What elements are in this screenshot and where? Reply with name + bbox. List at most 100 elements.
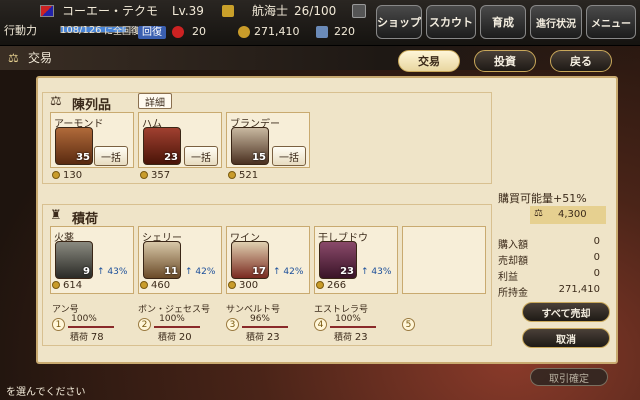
rank-exp: 26/100 [294, 4, 337, 18]
price-value: 614 [63, 280, 83, 291]
item-qty: 23 [340, 266, 354, 277]
profit-pct: ↑ 43% [97, 267, 128, 277]
recover-button[interactable]: 回復 [138, 26, 166, 39]
profit-pct-value: 42% [195, 267, 216, 277]
bulk-button-ham[interactable]: 一括 [184, 146, 218, 166]
item-qty: 9 [83, 266, 90, 277]
rank-label: 航海士 [252, 4, 289, 18]
ship-3-durability: 96% [249, 314, 270, 324]
ship-3-load: 積荷 23 [246, 330, 280, 343]
display-title: 陳列品 [72, 98, 112, 113]
book-icon [316, 26, 328, 38]
nation-flag-icon [40, 5, 54, 17]
shop-button[interactable]: ショップ [376, 5, 422, 39]
profit-value: 0 [593, 268, 600, 279]
load-value: 78 [90, 332, 104, 343]
ship-2-load: 積荷 20 [158, 330, 192, 343]
cancel-button[interactable]: 取消 [522, 328, 610, 348]
scout-button[interactable]: スカウト [426, 5, 476, 39]
load-value: 20 [178, 332, 192, 343]
profit-pct-value: 42% [283, 267, 304, 277]
load-value: 23 [266, 332, 280, 343]
price-wine: 300 [228, 280, 258, 291]
ham-icon: 23 [143, 127, 181, 165]
back-button[interactable]: 戻る [550, 50, 612, 72]
price-value: 130 [63, 170, 83, 181]
gold-count: 271,410 [254, 25, 300, 38]
coin-icon [228, 281, 236, 289]
profit-pct-value: 43% [371, 267, 392, 277]
coin-icon [140, 281, 148, 289]
tab-invest[interactable]: 投資 [474, 50, 536, 72]
ship-2-number[interactable]: 2 [138, 318, 151, 331]
price-value: 460 [151, 280, 171, 291]
item-qty: 35 [76, 152, 90, 163]
player-level: Lv.39 [172, 4, 204, 18]
price-value: 357 [151, 170, 171, 181]
ship-4-number[interactable]: 4 [314, 318, 327, 331]
display-icon: ⚖ [50, 94, 62, 109]
status-bar: コーエー・テクモ Lv.39 航海士 26/100 行動力 108/126 に全… [0, 0, 640, 46]
ship-4-load: 積荷 23 [334, 330, 368, 343]
ship-3-number[interactable]: 3 [226, 318, 239, 331]
ship-1-durability: 100% [71, 314, 97, 324]
coin-icon [316, 281, 324, 289]
confirm-trade-button[interactable]: 取引確定 [530, 368, 608, 386]
detail-button[interactable]: 詳細 [138, 93, 172, 109]
gold-coin-icon [238, 26, 250, 38]
scales-icon: ⚖ [534, 208, 543, 219]
profit-pct: ↑ 42% [185, 267, 216, 277]
tab-trade[interactable]: 交易 [398, 50, 460, 72]
book-count: 220 [334, 25, 355, 38]
raisins-icon: 23 [319, 241, 357, 279]
load-label: 積荷 [246, 333, 265, 343]
profit-pct: ↑ 42% [273, 267, 304, 277]
price-value: 300 [239, 280, 259, 291]
load-value: 23 [354, 332, 368, 343]
load-label: 積荷 [334, 333, 353, 343]
treasure-chest-icon [222, 5, 234, 17]
training-button[interactable]: 育成 [480, 5, 526, 39]
price-almond: 130 [52, 170, 82, 181]
ship-5-number[interactable]: 5 [402, 318, 415, 331]
close-icon[interactable] [352, 4, 366, 18]
ship-1-load: 積荷 78 [70, 330, 104, 343]
gem-count: 20 [192, 25, 206, 38]
ship-4-durability: 100% [335, 314, 361, 324]
item-qty: 23 [164, 152, 178, 163]
ship-2-durability: 100% [159, 314, 185, 324]
wine-icon: 17 [231, 241, 269, 279]
instruction-message: を選んでください [6, 387, 86, 398]
item-qty: 15 [252, 152, 266, 163]
price-ham: 357 [140, 170, 170, 181]
buy-capacity-label: 購買可能量+51% [498, 192, 587, 205]
bulk-button-almond[interactable]: 一括 [94, 146, 128, 166]
price-brandy: 521 [228, 170, 258, 181]
profit-pct-value: 43% [107, 267, 128, 277]
title-bar: ⚖ 交易 [0, 46, 640, 70]
progress-button[interactable]: 進行状況 [530, 5, 582, 39]
sale-value: 0 [593, 252, 600, 263]
cargo-slot-empty[interactable] [402, 226, 486, 294]
action-power-note: に全回復 [104, 27, 141, 37]
scales-icon: ⚖ [8, 51, 19, 65]
funds-value: 271,410 [558, 284, 600, 295]
bulk-button-brandy[interactable]: 一括 [272, 146, 306, 166]
gem-icon [172, 26, 184, 38]
load-label: 積荷 [158, 333, 177, 343]
buy-capacity-value: 4,300 [558, 209, 587, 220]
price-value: 266 [327, 280, 347, 291]
menu-button[interactable]: メニュー [586, 5, 636, 39]
brandy-icon: 15 [231, 127, 269, 165]
funds-label: 所持金 [498, 288, 528, 299]
cargo-title: 積荷 [72, 212, 99, 227]
coin-icon [140, 171, 148, 179]
ship-1-durability-bar [68, 326, 114, 328]
sherry-icon: 11 [143, 241, 181, 279]
page-title: 交易 [28, 51, 53, 65]
price-value: 521 [239, 170, 259, 181]
coin-icon [52, 171, 60, 179]
sell-all-button[interactable]: すべて売却 [522, 302, 610, 322]
coin-icon [228, 171, 236, 179]
profit-label: 利益 [498, 272, 518, 283]
